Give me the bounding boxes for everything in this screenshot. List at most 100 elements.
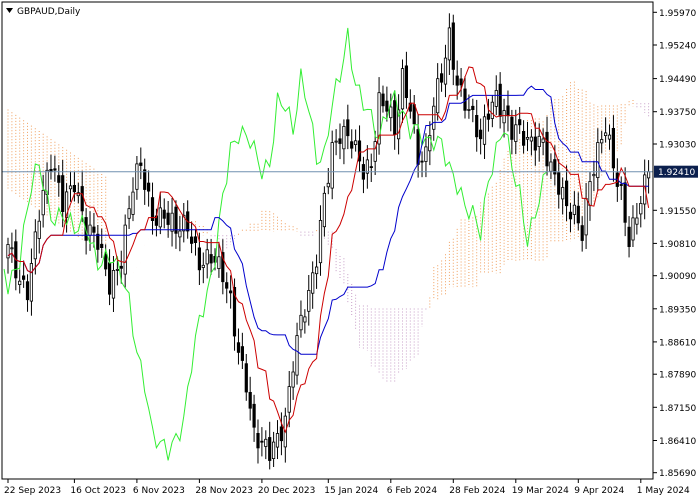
candle-body (502, 110, 506, 124)
candle-body (197, 247, 201, 271)
candle-body (412, 104, 416, 125)
candle-body (100, 243, 104, 249)
candle-body (275, 433, 280, 448)
candle-body (588, 181, 592, 206)
candle-body (162, 209, 166, 219)
candle-body (21, 275, 26, 280)
chart-svg[interactable]: 1.92410 1.95970 1.95240 1.94490 1.93750 1.93… (0, 0, 700, 500)
candle-body (178, 230, 182, 238)
candle-body (123, 224, 127, 275)
candle-body (490, 101, 494, 119)
candle-body (279, 426, 284, 442)
candle-body (217, 256, 221, 269)
candle-body (104, 253, 108, 270)
candle-body (338, 138, 342, 144)
candle-body (37, 220, 41, 239)
price-tick-label: 1.90810 (659, 240, 696, 250)
candle-body (639, 202, 643, 215)
candle-body (228, 290, 233, 294)
candle-body (623, 182, 627, 223)
candle-body (25, 281, 30, 301)
candle-body (584, 198, 588, 236)
candle-body (369, 166, 373, 169)
candle-body (119, 265, 123, 269)
candle-body (518, 119, 522, 126)
candle-body (514, 124, 518, 142)
candle-body (432, 105, 436, 130)
candle-body (158, 207, 162, 228)
candle-body (471, 105, 475, 111)
candle-body (561, 187, 565, 200)
candle-body (647, 171, 651, 179)
candle-body (6, 244, 10, 259)
candle-body (193, 236, 198, 244)
candle-body (611, 127, 616, 169)
candle-body (346, 119, 350, 137)
candle-body (447, 27, 452, 61)
candle-body (96, 233, 100, 250)
candle-body (510, 116, 514, 140)
candle-body (330, 142, 334, 189)
candle-body (72, 184, 76, 193)
time-tick-label: 6 Feb 2024 (387, 486, 438, 496)
candle-body (18, 280, 22, 286)
candle-body (111, 269, 116, 299)
candle-body (607, 134, 612, 140)
candle-body (455, 75, 459, 86)
candle-body (404, 65, 409, 99)
candle-body (393, 100, 397, 135)
candle-body (33, 231, 37, 260)
candle-body (549, 161, 553, 172)
candle-body (271, 441, 276, 460)
candle-body (533, 136, 537, 151)
candle-body (318, 219, 323, 264)
chart-window[interactable]: 1.92410 1.95970 1.95240 1.94490 1.93750 1.93… (0, 0, 700, 500)
candle-body (256, 432, 260, 449)
candle-body (287, 386, 291, 413)
price-tick-label: 1.90090 (659, 272, 696, 282)
candle-body (482, 116, 487, 145)
candle-body (92, 226, 96, 233)
candle-body (68, 185, 73, 190)
candle-body (314, 266, 319, 275)
candle-body (143, 169, 147, 190)
candle-body (53, 168, 57, 171)
price-tick-label: 1.93750 (659, 108, 696, 118)
candle-body (115, 268, 119, 271)
candle-body (166, 212, 170, 225)
candle-body (189, 236, 194, 244)
candle-body (385, 100, 389, 112)
candle-body (522, 130, 526, 146)
price-tick-label: 1.88610 (659, 338, 696, 348)
time-tick-label: 16 Oct 2023 (70, 486, 126, 496)
candle-body (299, 314, 303, 331)
candle-body (420, 160, 424, 163)
candle-body (506, 105, 510, 117)
candle-body (108, 262, 112, 295)
price-tick-label: 1.91550 (659, 207, 696, 217)
candle-body (580, 225, 584, 241)
time-tick-label: 28 Feb 2024 (449, 486, 505, 496)
candle-body (268, 437, 272, 461)
candle-body (389, 106, 393, 119)
current-price-label: 1.92410 (658, 168, 695, 178)
candle-body (600, 139, 604, 144)
candle-body (635, 217, 639, 225)
candle-body (41, 189, 45, 216)
chart-title: GBPAUD,Daily (17, 7, 81, 17)
candle-body (451, 22, 455, 70)
candle-body (311, 272, 315, 294)
candle-body (61, 175, 65, 213)
candle-body (541, 138, 545, 143)
price-axis: 1.95970 1.95240 1.94490 1.93750 1.93030 1.915… (653, 9, 696, 479)
candle-body (57, 175, 61, 183)
price-tick-label: 1.85690 (659, 469, 696, 479)
price-tick-label: 1.94490 (659, 75, 696, 85)
candle-body (303, 316, 307, 323)
candle-body (350, 141, 354, 149)
candle-body (631, 217, 635, 241)
candle-body (209, 254, 213, 264)
candle-body (334, 140, 338, 143)
candle-body (139, 162, 143, 166)
candle-body (135, 163, 139, 190)
